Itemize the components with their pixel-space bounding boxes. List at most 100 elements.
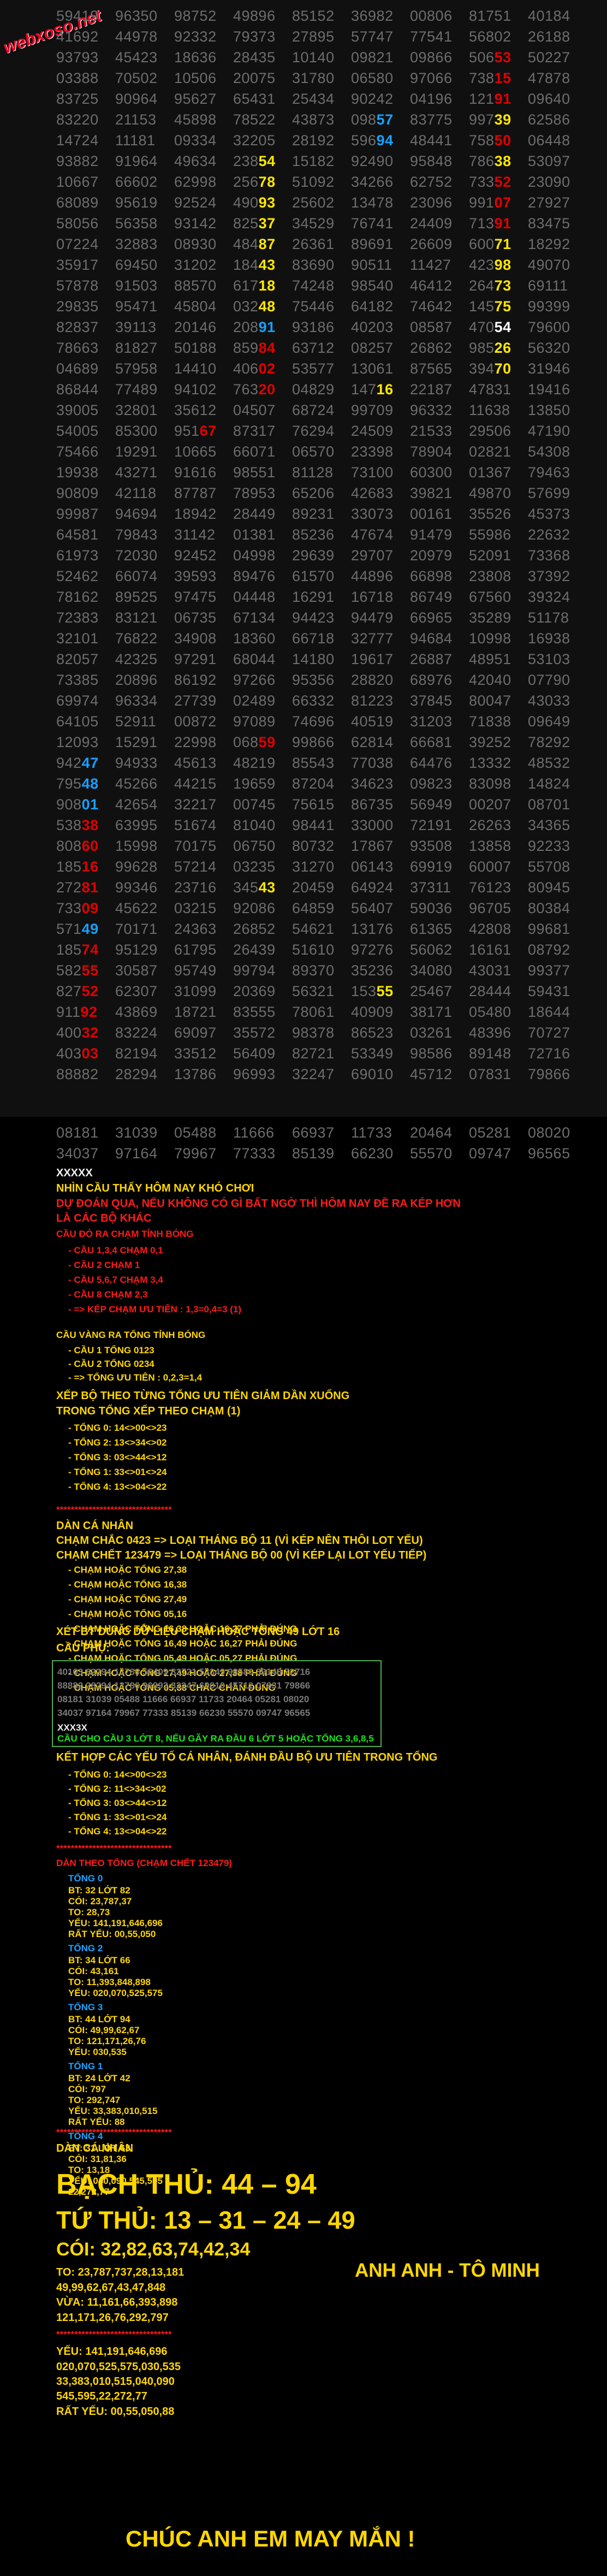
number-cell: 40909 xyxy=(351,1004,394,1020)
number-row: 83220 21153 45898 78522 43873 09857 83775 99739… xyxy=(0,109,607,130)
number-row: 83725 90964 95627 65431 25434 90242 04196 12191… xyxy=(0,88,607,109)
number-cell: 94102 xyxy=(174,381,217,398)
tong-block-line: BT: 32 LỚT 82 xyxy=(68,1885,130,1896)
number-cell: 09823 xyxy=(410,775,453,792)
number-cell: 20459 xyxy=(292,879,335,896)
number-cell: 47831 xyxy=(469,381,511,398)
number-cell: 00806 xyxy=(410,8,453,24)
number-cell: 95129 xyxy=(115,941,158,958)
number-cell: 70502 xyxy=(115,70,158,86)
number-cell: 61570 xyxy=(292,568,335,584)
number-cell: 15291 xyxy=(115,734,158,750)
number-row: 93793 45423 18636 28435 10140 09821 09866 50653… xyxy=(0,47,607,68)
number-cell: 81040 xyxy=(233,817,276,833)
cham-chac: CHẠM CHẮC 0423 => LOẠI THÁNG BỘ 11 (VÌ K… xyxy=(56,1535,423,1547)
number-cell: 32883 xyxy=(115,236,158,252)
number-cell: 57149 xyxy=(56,921,99,937)
number-row: 90801 42654 32217 00745 75615 86735 56949 00207… xyxy=(0,794,607,815)
tong-block-line: RẤT YẾU: 88 xyxy=(68,2117,125,2127)
number-cell: 93508 xyxy=(410,838,453,854)
number-cell: 18644 xyxy=(528,1004,570,1020)
number-cell: 46412 xyxy=(410,277,453,294)
number-cell: 80384 xyxy=(528,900,570,916)
number-row: 61973 72030 92452 04998 29639 29707 20979 52091… xyxy=(0,545,607,566)
number-cell: 14724 xyxy=(56,132,99,149)
number-row: 29835 95471 45804 03248 75446 64182 74642 14575… xyxy=(0,296,607,317)
number-cell: 73352 xyxy=(469,174,511,190)
number-cell: 50188 xyxy=(174,340,217,356)
number-cell: 07224 xyxy=(56,236,99,252)
number-row: 41692 44978 92332 79373 27895 57747 77541 56802… xyxy=(0,26,607,47)
number-cell: 94933 xyxy=(115,755,158,771)
number-cell: 64859 xyxy=(292,900,335,916)
number-cell: 19938 xyxy=(56,464,99,481)
tong-block-label: TỔNG 2 xyxy=(68,1943,103,1953)
tong-block-label: TỔNG 3 xyxy=(68,2002,103,2012)
number-cell: 22187 xyxy=(410,381,453,398)
number-cell: 63712 xyxy=(292,340,335,356)
number-cell: 56321 xyxy=(292,983,335,999)
number-cell: 80047 xyxy=(469,692,511,709)
number-cell: 82752 xyxy=(56,983,99,999)
number-row: 59419 96350 98752 49896 85152 36982 00806 81751… xyxy=(0,5,607,26)
tu-thu: TỨ THỦ: 13 – 31 – 24 – 49 xyxy=(56,2206,355,2234)
number-row: 79548 45266 44215 19659 87204 34623 09823 83098… xyxy=(0,773,607,794)
number-cell: 72383 xyxy=(56,609,99,626)
number-row: 82752 62307 31099 20369 56321 15355 25467 28444… xyxy=(0,981,607,1002)
cau-do-list-item: - CẦU 2 CHẠM 1 xyxy=(68,1260,140,1270)
stars-2: ******************************** xyxy=(56,1843,172,1853)
number-cell: 58255 xyxy=(56,962,99,979)
number-cell: 41692 xyxy=(56,28,99,45)
number-cell: 68089 xyxy=(56,194,99,211)
number-cell: 57958 xyxy=(115,360,158,377)
number-cell: 19416 xyxy=(528,381,570,398)
number-cell: 42683 xyxy=(351,485,394,501)
cau-phu-box: 40103 82294 13786 56409 82721 53349 9858… xyxy=(52,1660,382,1747)
tong-block-line: CÓI: 797 xyxy=(68,2084,106,2094)
cham-list-item: - CHẠM HOẶC TỔNG 16,38 xyxy=(68,1579,187,1590)
number-cell: 56407 xyxy=(351,900,394,916)
number-cell: 04448 xyxy=(233,589,276,605)
number-cell: 98378 xyxy=(292,1025,335,1041)
number-row: 53838 63995 51674 81040 98441 33000 72191 26263… xyxy=(0,815,607,836)
number-cell: 94694 xyxy=(115,506,158,522)
number-cell: 42325 xyxy=(115,651,158,667)
tong-block-line: TO: 121,171,26,76 xyxy=(68,2036,146,2046)
number-cell: 06580 xyxy=(351,70,394,86)
number-cell: 61718 xyxy=(233,277,276,294)
number-cell: 32205 xyxy=(233,132,276,149)
number-cell: 20979 xyxy=(410,547,453,564)
number-cell: 34365 xyxy=(528,817,570,833)
number-cell: 45613 xyxy=(174,755,217,771)
number-cell: 87787 xyxy=(174,485,217,501)
tong-block-line: CÓI: 31,81,36 xyxy=(68,2154,127,2164)
tong-block-label: TỔNG 1 xyxy=(68,2061,103,2071)
xet-bt: XÉT BT DÙNG DỮ LIỆU CHẠM HOẶC TỔNG 49 LỚ… xyxy=(56,1626,340,1638)
number-row: 04689 57958 14410 40602 53577 13061 87565 39470… xyxy=(0,358,607,379)
number-cell: 61795 xyxy=(174,941,217,958)
number-cell: 96334 xyxy=(115,692,158,709)
number-cell: 66965 xyxy=(410,609,453,626)
number-cell: 25678 xyxy=(233,174,276,190)
number-cell: 82837 xyxy=(56,319,99,335)
number-cell: 28294 xyxy=(115,1066,158,1082)
number-cell: 62998 xyxy=(174,174,217,190)
number-cell: 85300 xyxy=(115,423,158,439)
number-cell: 03248 xyxy=(233,298,276,315)
number-cell: 29506 xyxy=(469,423,511,439)
number-cell: 20146 xyxy=(174,319,217,335)
number-cell: 86735 xyxy=(351,796,394,813)
tong-block-line: BT: 44 LỚT 94 xyxy=(68,2014,130,2024)
number-cell: 07790 xyxy=(528,672,570,688)
number-cell: 03215 xyxy=(174,900,217,916)
number-cell: 66332 xyxy=(292,692,335,709)
number-cell: 09334 xyxy=(174,132,217,149)
number-cell: 32247 xyxy=(292,1066,335,1082)
number-row: 58255 30587 95749 99794 89370 35236 34080 43031… xyxy=(0,960,607,981)
number-cell: 75446 xyxy=(292,298,335,315)
number-cell: 97291 xyxy=(174,651,217,667)
number-cell: 17867 xyxy=(351,838,394,854)
tong-block-line: TO: 292,747 xyxy=(68,2095,121,2105)
number-cell: 94684 xyxy=(410,630,453,647)
number-cell: 92086 xyxy=(233,900,276,916)
